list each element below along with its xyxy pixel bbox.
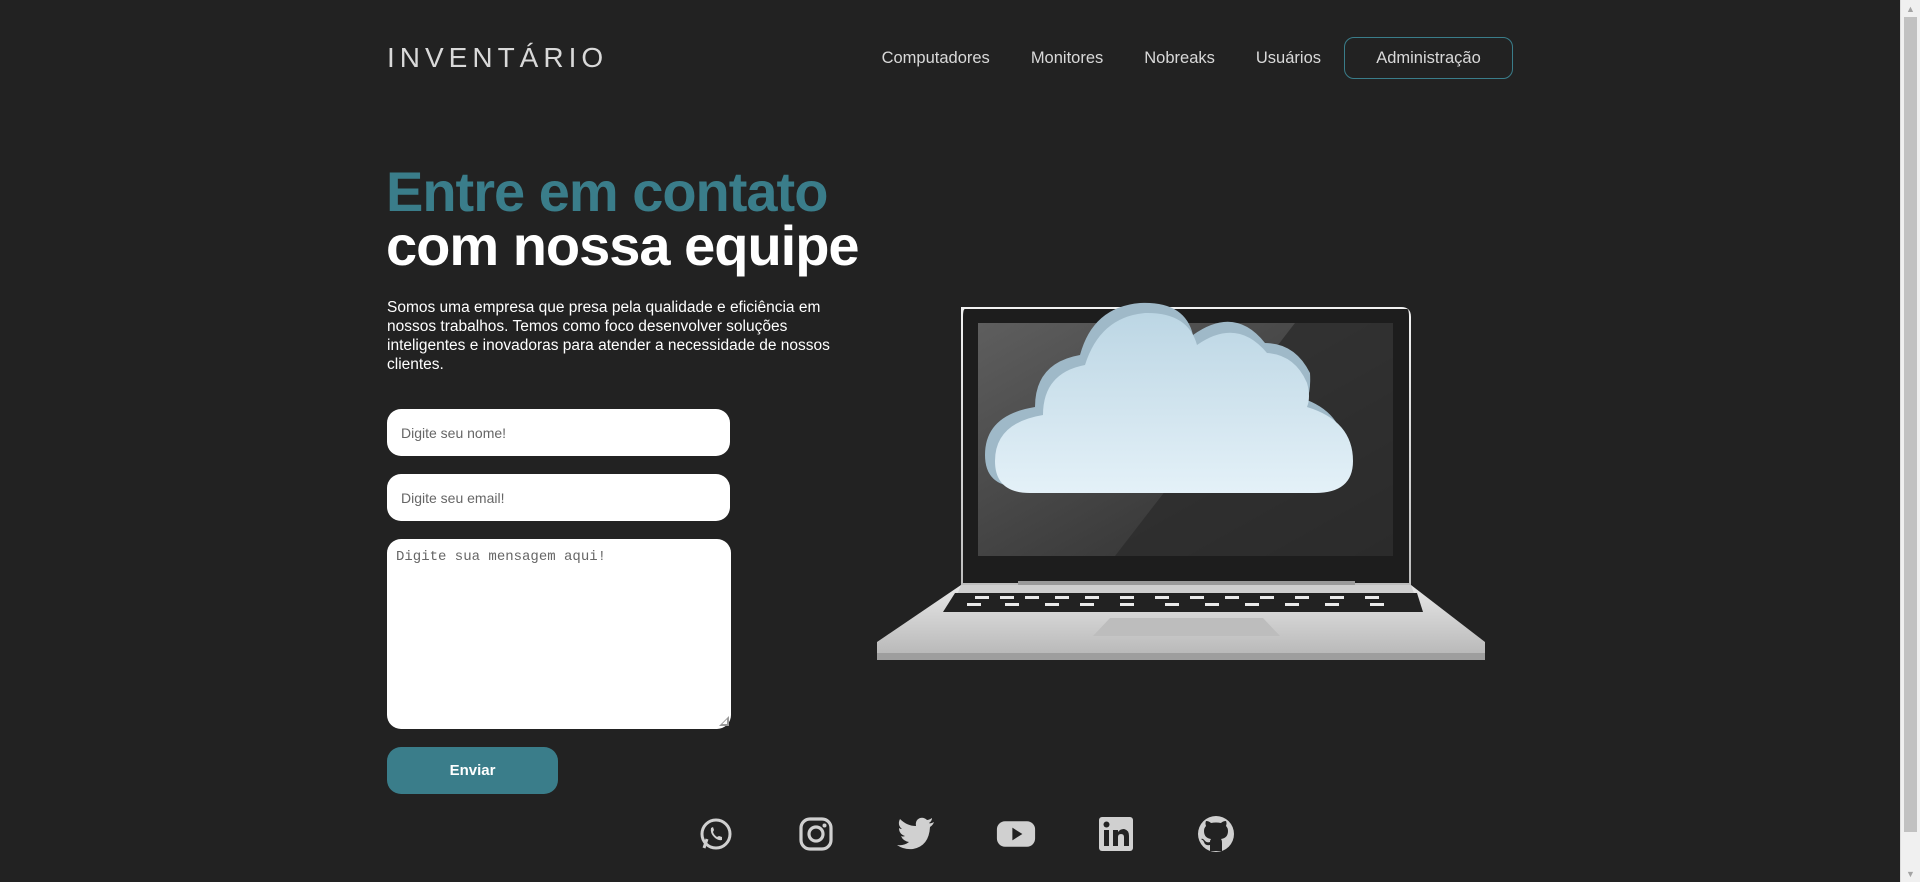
page-title: Entre em contato com nossa equipe bbox=[386, 160, 860, 277]
headline-accent: Entre em contato bbox=[386, 160, 828, 223]
github-icon[interactable] bbox=[1196, 814, 1236, 854]
nav-link-usuarios[interactable]: Usuários bbox=[1256, 49, 1321, 68]
scroll-up-icon[interactable]: ▲ bbox=[1901, 0, 1920, 17]
linkedin-icon[interactable] bbox=[1096, 814, 1136, 854]
whatsapp-icon[interactable] bbox=[696, 814, 736, 854]
social-links bbox=[696, 814, 1236, 854]
send-button[interactable]: Enviar bbox=[387, 747, 558, 794]
youtube-icon[interactable] bbox=[996, 814, 1036, 854]
twitter-icon[interactable] bbox=[896, 814, 936, 854]
nav-link-computadores[interactable]: Computadores bbox=[882, 49, 990, 68]
nav-link-monitores[interactable]: Monitores bbox=[1031, 49, 1103, 68]
scroll-thumb[interactable] bbox=[1904, 17, 1917, 832]
scroll-down-icon[interactable]: ▼ bbox=[1901, 865, 1920, 882]
name-input[interactable] bbox=[387, 409, 730, 456]
page-scrollbar[interactable]: ▲ ▼ bbox=[1900, 0, 1920, 882]
laptop-cloud-illustration bbox=[877, 302, 1485, 660]
email-input[interactable] bbox=[387, 474, 730, 521]
admin-button[interactable]: Administração bbox=[1344, 37, 1513, 79]
instagram-icon[interactable] bbox=[796, 814, 836, 854]
message-textarea[interactable] bbox=[387, 539, 731, 729]
site-logo[interactable]: INVENTÁRIO bbox=[387, 42, 608, 74]
hero-description: Somos uma empresa que presa pela qualida… bbox=[387, 299, 830, 373]
headline-main: com nossa equipe bbox=[386, 214, 860, 277]
nav-link-nobreaks[interactable]: Nobreaks bbox=[1144, 49, 1215, 68]
main-nav: Computadores Monitores Nobreaks Usuários… bbox=[882, 37, 1513, 79]
